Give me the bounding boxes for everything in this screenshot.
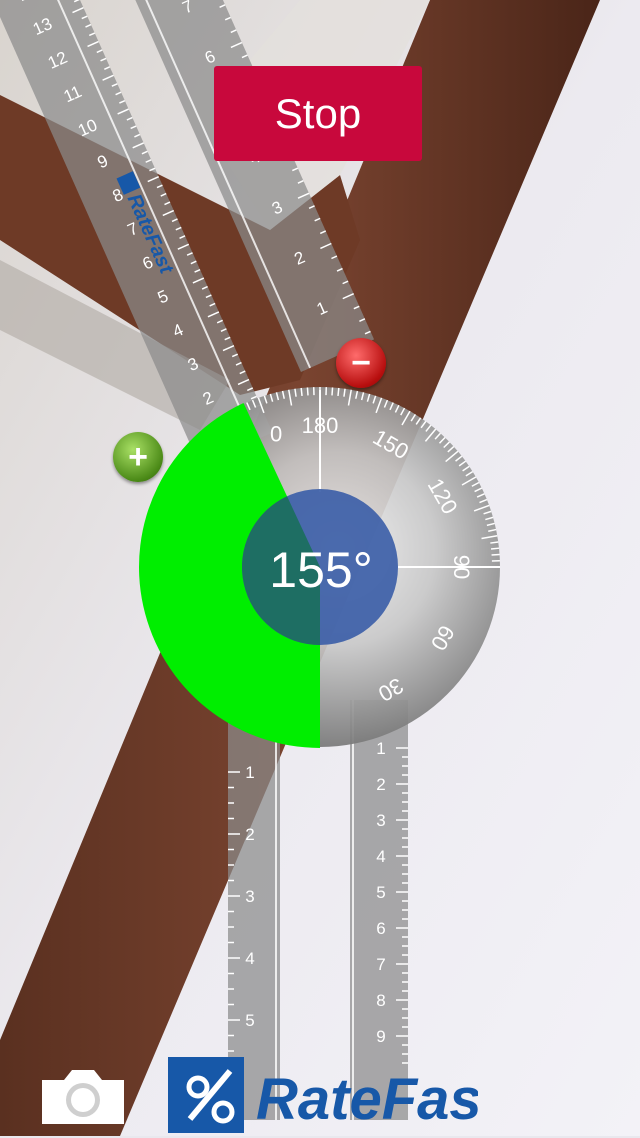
ruler-label: 8 — [376, 991, 385, 1010]
dial-tick — [301, 388, 302, 396]
ruler-label: 2 — [376, 775, 385, 794]
ruler-label: 1 — [376, 739, 385, 758]
ruler-label: 4 — [245, 949, 254, 968]
ruler-label: 7 — [376, 955, 385, 974]
dial-label-partial: 0 — [270, 421, 282, 446]
angle-readout: 155° — [242, 530, 400, 610]
footer-logo-text: RateFast — [256, 1067, 478, 1132]
ruler-label: 5 — [245, 1011, 254, 1030]
dial-tick — [338, 388, 339, 396]
ruler-label: 2 — [245, 825, 254, 844]
camera-button[interactable] — [36, 1066, 130, 1126]
increase-angle-button[interactable]: + — [113, 432, 163, 482]
ruler-label: 5 — [376, 883, 385, 902]
dial-tick — [492, 554, 500, 555]
camera-icon — [36, 1066, 130, 1126]
dial-tick — [332, 387, 333, 395]
stop-button[interactable]: Stop — [214, 66, 422, 161]
decrease-angle-button[interactable]: − — [336, 338, 386, 388]
ruler-label: 4 — [376, 847, 385, 866]
dial-tick — [307, 387, 308, 395]
ruler-label: 6 — [376, 919, 385, 938]
ruler-label: 9 — [376, 1027, 385, 1046]
ruler-label: 3 — [376, 811, 385, 830]
ruler-label: 3 — [245, 887, 254, 906]
footer-ratefast-logo: RateFast — [168, 1057, 478, 1133]
ruler-label: 1 — [245, 763, 254, 782]
dial-tick — [491, 548, 499, 549]
